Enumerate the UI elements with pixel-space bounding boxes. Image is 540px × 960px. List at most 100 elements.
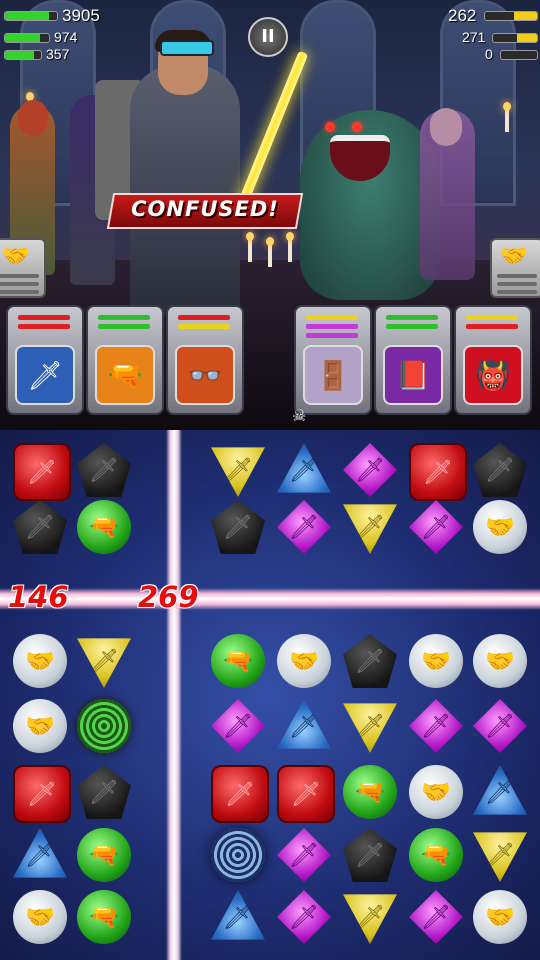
skull-icon: ☠ <box>292 406 307 425</box>
monster-icon: 👹 <box>463 345 523 405</box>
player-ability-card[interactable]: 👓 <box>166 305 244 415</box>
player-shield-bar <box>4 33 50 43</box>
red-gem[interactable]: 🗡 <box>211 765 269 823</box>
pause-button[interactable]: II <box>248 17 288 57</box>
ghost-lady-head <box>430 108 462 146</box>
ability-charge-bar <box>466 324 518 329</box>
vertical-beam <box>166 430 182 960</box>
red-gem[interactable]: 🗡 <box>409 443 467 501</box>
handshake-icon: 🤝 <box>25 712 55 740</box>
damage-number: 146 <box>8 580 69 614</box>
ability-charge-bar <box>18 315 70 320</box>
player-ability-card[interactable]: 🗡 <box>6 305 84 415</box>
enemy-ability-card[interactable]: 🚪 <box>294 305 372 415</box>
sword-icon: 🗡 <box>15 345 75 405</box>
enemy-health-bar <box>484 11 538 21</box>
player-shield-fill <box>5 34 41 42</box>
green-gem[interactable]: 🔫 <box>77 828 131 882</box>
red-gem[interactable]: 🗡 <box>13 765 71 823</box>
sword-icon: 🗡 <box>222 712 254 740</box>
red-gem[interactable]: 🗡 <box>277 765 335 823</box>
handshake-icon: 🤝 <box>2 244 30 269</box>
green-gem[interactable]: 🔫 <box>343 765 397 819</box>
enemy-shield-bar <box>492 33 538 43</box>
ability-charge-bar <box>306 324 358 329</box>
white-gem[interactable]: 🤝 <box>13 634 67 688</box>
handshake-icon: 🤝 <box>25 647 55 675</box>
ability-charge-bar <box>98 324 150 329</box>
player-health-fill <box>5 12 50 20</box>
candle <box>266 237 274 267</box>
white-gem[interactable]: 🤝 <box>13 890 67 944</box>
proton-gun-icon: 🔫 <box>95 345 155 405</box>
enemy-health-value: 262 <box>448 6 477 25</box>
green-gem[interactable]: 🔫 <box>77 890 131 944</box>
white-gem[interactable]: 🤝 <box>473 500 527 554</box>
red-gem[interactable]: 🗡 <box>13 443 71 501</box>
player-ability-card[interactable]: 🔫 <box>86 305 164 415</box>
team-line <box>0 290 39 294</box>
enemy-shield-value: 271 <box>462 29 486 45</box>
ghost-eye <box>325 122 335 132</box>
handshake-icon: 🤝 <box>500 244 528 269</box>
player-special-bar <box>4 50 42 60</box>
sword-icon: 🗡 <box>288 513 320 541</box>
enemy-ability-card[interactable]: 👹 <box>454 305 532 415</box>
white-gem[interactable]: 🤝 <box>409 765 463 819</box>
sword-icon: 🗡 <box>224 780 256 808</box>
player-special-fill <box>5 51 34 59</box>
sword-icon: 🗡 <box>484 456 516 484</box>
player-shield-value: 974 <box>54 29 78 45</box>
match3-board <box>0 430 540 960</box>
ability-charge-bar <box>178 324 230 329</box>
team-switch-button-right[interactable]: 🤝 <box>490 238 540 298</box>
sword-icon: 🗡 <box>354 647 386 675</box>
white-gem[interactable]: 🤝 <box>409 634 463 688</box>
green-swirl-gem[interactable] <box>77 699 131 753</box>
game-screen: 3905 974 357 262 271 0 II CONFUSED! 🤝 🤝 … <box>0 0 540 960</box>
ability-charge-bar <box>18 324 70 329</box>
green-gem[interactable]: 🔫 <box>77 500 131 554</box>
white-gem[interactable]: 🤝 <box>13 699 67 753</box>
team-line <box>497 290 537 294</box>
enemy-special-bar <box>500 50 538 60</box>
ability-charge-bar <box>466 315 518 320</box>
candle <box>286 232 294 262</box>
ability-charge-bar <box>306 315 358 320</box>
handshake-icon: 🤝 <box>289 647 319 675</box>
horizontal-beam <box>0 588 540 610</box>
white-gem[interactable]: 🤝 <box>473 634 527 688</box>
sword-icon: 🗡 <box>422 458 454 486</box>
handshake-icon: 🤝 <box>485 903 515 931</box>
handshake-icon: 🤝 <box>485 513 515 541</box>
green-gem[interactable]: 🔫 <box>211 634 265 688</box>
player-health-value: 3905 <box>62 6 100 25</box>
blue-swirl-gem[interactable] <box>211 828 265 882</box>
white-gem[interactable]: 🤝 <box>277 634 331 688</box>
player-special-value: 357 <box>46 46 70 62</box>
handshake-icon: 🤝 <box>421 778 451 806</box>
enemy-special-value: 0 <box>485 46 493 62</box>
handshake-icon: 🤝 <box>25 903 55 931</box>
sword-icon: 🗡 <box>288 841 320 869</box>
sword-icon: 🗡 <box>26 780 58 808</box>
team-line <box>497 274 537 278</box>
ability-charge-bar <box>386 315 438 320</box>
glasses-icon: 👓 <box>175 345 235 405</box>
damage-number: 269 <box>138 580 199 614</box>
proton-gun-icon: 🔫 <box>89 903 119 931</box>
sword-icon: 🗡 <box>24 513 56 541</box>
team-switch-button-left[interactable]: 🤝 <box>0 238 46 298</box>
white-gem[interactable]: 🤝 <box>473 890 527 944</box>
proton-gun-icon: 🔫 <box>223 647 253 675</box>
ability-charge-bar <box>178 315 230 320</box>
enemy-ability-card[interactable]: 📕 <box>374 305 452 415</box>
door-icon: 🚪 <box>303 345 363 405</box>
sword-icon: 🗡 <box>420 712 452 740</box>
player-health-bar <box>4 11 58 21</box>
sword-icon: 🗡 <box>222 513 254 541</box>
candle <box>503 102 511 132</box>
green-gem[interactable]: 🔫 <box>409 828 463 882</box>
sword-icon: 🗡 <box>420 513 452 541</box>
sword-icon: 🗡 <box>484 712 516 740</box>
